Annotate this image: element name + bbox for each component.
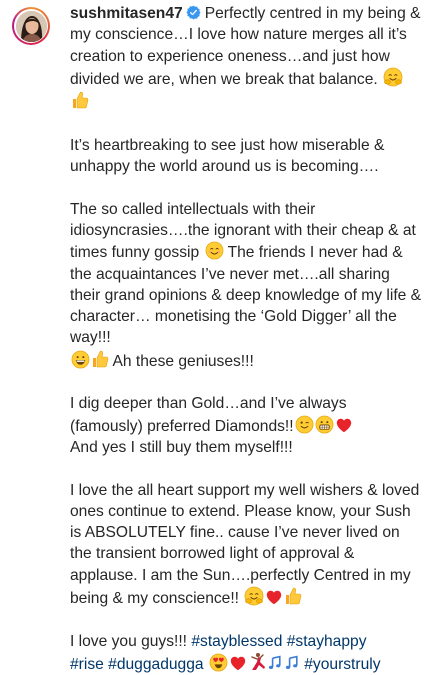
avatar[interactable] xyxy=(12,7,50,45)
caption-paragraph-4: I dig deeper than Gold…and I’ve always (… xyxy=(70,393,422,458)
smiling-face-icon xyxy=(205,241,224,260)
red-heart-icon xyxy=(336,418,351,432)
caption-text-4b: And yes I still buy them myself!!! xyxy=(70,438,293,456)
hashtag-link[interactable]: #rise xyxy=(70,656,104,673)
thumbs-up-icon xyxy=(73,91,89,109)
caption-paragraph-2: It’s heartbreaking to see just how miser… xyxy=(70,136,385,176)
caption-text-6: I love you guys!!! xyxy=(70,632,188,650)
musical-note-icon xyxy=(268,655,281,669)
thumbs-up-icon xyxy=(286,587,302,605)
caption-paragraph-5: I love the all heart support my well wis… xyxy=(70,480,422,610)
hashtag-link[interactable]: #stayhappy xyxy=(287,633,367,650)
hashtag-link[interactable]: #duggadugga xyxy=(108,656,203,673)
post-caption: sushmitasen47 Perfectly centred in my bei… xyxy=(70,3,422,675)
hugging-face-icon xyxy=(383,67,403,87)
thumbs-up-icon xyxy=(93,350,109,368)
verified-badge-icon xyxy=(186,5,201,20)
red-heart-icon xyxy=(230,656,246,671)
hashtag-link[interactable]: #yourstruly xyxy=(304,656,380,673)
heart-eyes-face-icon xyxy=(209,653,228,672)
instagram-post: sushmitasen47 Perfectly centred in my bei… xyxy=(0,0,433,673)
profile-photo xyxy=(15,10,47,42)
grinning-face-icon xyxy=(71,350,90,369)
caption-text-3c: Ah these geniuses!!! xyxy=(112,352,254,370)
winking-face-icon xyxy=(295,415,314,434)
caption-paragraph-1: sushmitasen47 Perfectly centred in my bei… xyxy=(70,3,422,113)
musical-note-icon xyxy=(285,655,298,669)
hashtag-link[interactable]: #stayblessed xyxy=(191,633,282,650)
caption-paragraph-3: The so called intellectuals with their i… xyxy=(70,199,422,372)
username-link[interactable]: sushmitasen47 xyxy=(70,5,183,22)
red-heart-icon xyxy=(267,590,282,605)
hugging-face-icon xyxy=(244,586,264,606)
caption-paragraph-6: I love you guys!!! #stayblessed #stayhap… xyxy=(70,631,422,675)
grimacing-face-icon xyxy=(315,415,334,434)
